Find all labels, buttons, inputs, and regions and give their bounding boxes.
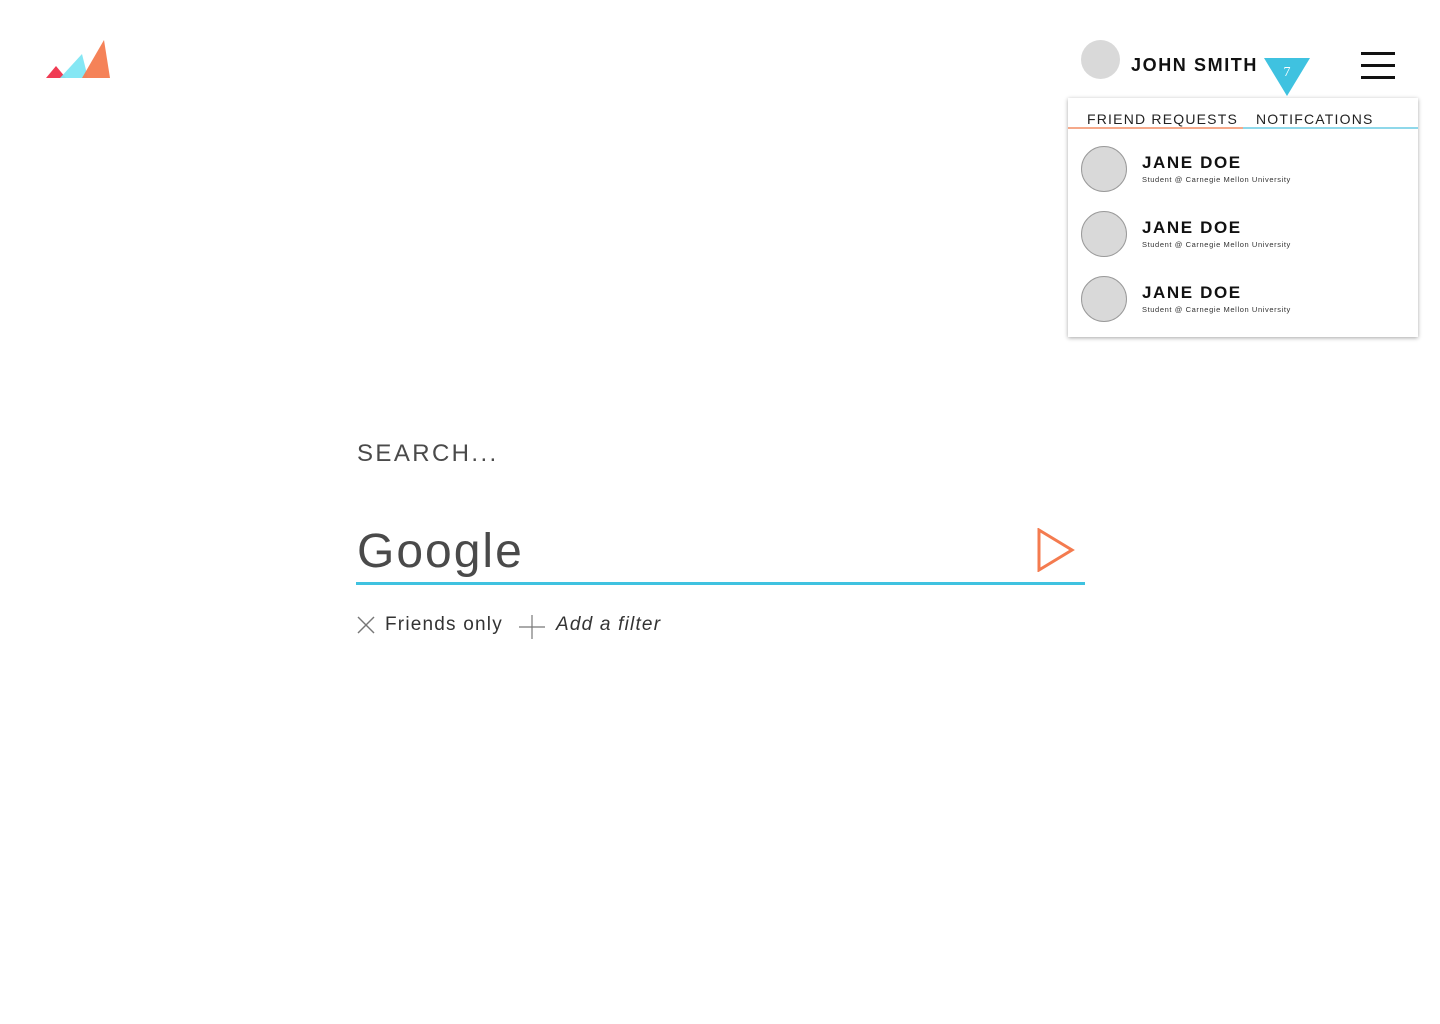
- avatar: [1081, 211, 1127, 257]
- request-subtitle: Student @ Carnegie Mellon University: [1142, 175, 1291, 184]
- close-icon[interactable]: [356, 615, 376, 635]
- search-underline: [356, 582, 1085, 585]
- search-submit-button[interactable]: [1036, 527, 1076, 573]
- friend-request-item[interactable]: JANE DOE Student @ Carnegie Mellon Unive…: [1068, 276, 1418, 336]
- user-avatar[interactable]: [1081, 40, 1120, 79]
- friend-request-item[interactable]: JANE DOE Student @ Carnegie Mellon Unive…: [1068, 211, 1418, 271]
- request-name: JANE DOE: [1142, 218, 1242, 237]
- tab-notifications[interactable]: NOTIFCATIONS: [1243, 98, 1418, 129]
- search-input[interactable]: [356, 520, 1027, 582]
- request-name: JANE DOE: [1142, 283, 1242, 302]
- play-arrow-icon: [1037, 527, 1075, 573]
- logo[interactable]: [46, 40, 112, 80]
- plus-icon: [519, 615, 545, 639]
- tab-friend-requests[interactable]: FRIEND REQUESTS: [1068, 98, 1243, 129]
- user-name[interactable]: JOHN SMITH: [1131, 55, 1258, 76]
- avatar: [1081, 276, 1127, 322]
- notification-count: 7: [1283, 65, 1291, 80]
- filter-label: Friends only: [385, 614, 503, 635]
- triangles-logo-icon: [46, 40, 110, 78]
- request-subtitle: Student @ Carnegie Mellon University: [1142, 240, 1291, 249]
- add-filter-label: Add a filter: [556, 614, 662, 635]
- notifications-dropdown: FRIEND REQUESTS NOTIFCATIONS JANE DOE St…: [1068, 98, 1418, 337]
- request-subtitle: Student @ Carnegie Mellon University: [1142, 305, 1291, 314]
- notification-badge[interactable]: 7: [1264, 58, 1310, 98]
- search-label: SEARCH...: [357, 440, 499, 467]
- avatar: [1081, 146, 1127, 192]
- friend-request-item[interactable]: JANE DOE Student @ Carnegie Mellon Unive…: [1068, 146, 1418, 206]
- hamburger-menu-icon[interactable]: [1361, 52, 1395, 80]
- request-name: JANE DOE: [1142, 153, 1242, 172]
